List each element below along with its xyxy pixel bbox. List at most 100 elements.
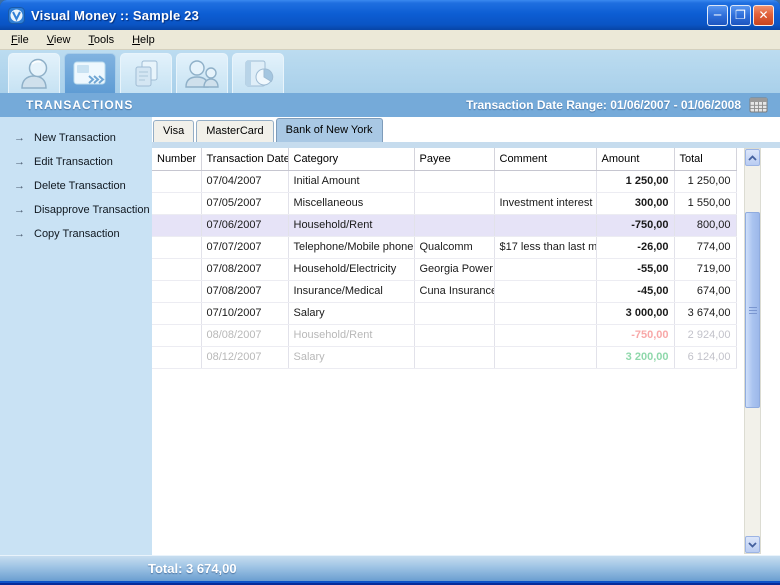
sidebar-item-label: Edit Transaction	[34, 156, 113, 168]
cell-comment	[494, 280, 596, 302]
cell-number	[152, 214, 201, 236]
scroll-up-button[interactable]	[745, 149, 760, 166]
vertical-scrollbar[interactable]	[744, 148, 761, 554]
cell-amount: -750,00	[596, 324, 674, 346]
scroll-down-button[interactable]	[745, 536, 760, 553]
menu-bar: File View Tools Help	[0, 30, 780, 50]
cell-payee	[414, 324, 494, 346]
content-area: Visa MasterCard Bank of New York Number …	[152, 117, 780, 555]
cell-comment: $17 less than last month	[494, 236, 596, 258]
table-row[interactable]: 07/08/2007 Household/Electricity Georgia…	[152, 258, 736, 280]
sidebar-item-label: Copy Transaction	[34, 228, 120, 240]
cell-date: 07/08/2007	[201, 258, 288, 280]
arrow-icon: →	[14, 156, 34, 168]
cell-comment: Investment interest	[494, 192, 596, 214]
date-range-label: Transaction Date Range: 01/06/2007 - 01/…	[466, 98, 741, 112]
maximize-button[interactable]: ❐	[730, 5, 751, 26]
scrollbar-track[interactable]	[745, 166, 760, 536]
table-row[interactable]: 08/08/2007 Household/Rent -750,00 2 924,…	[152, 324, 736, 346]
table-row[interactable]: 07/08/2007 Insurance/Medical Cuna Insura…	[152, 280, 736, 302]
cell-total: 719,00	[674, 258, 736, 280]
maximize-icon: ❐	[735, 8, 746, 22]
tab-bank-of-new-york[interactable]: Bank of New York	[276, 118, 383, 142]
close-button[interactable]: ✕	[753, 5, 774, 26]
table-row[interactable]: 07/04/2007 Initial Amount 1 250,00 1 250…	[152, 170, 736, 192]
cell-payee	[414, 192, 494, 214]
toolbar-reports-button[interactable]	[232, 53, 284, 93]
cell-total: 3 674,00	[674, 302, 736, 324]
cell-comment	[494, 258, 596, 280]
chevron-up-icon	[748, 155, 757, 161]
cell-total: 774,00	[674, 236, 736, 258]
window-controls: ─ ❐ ✕	[707, 5, 774, 26]
tab-mastercard[interactable]: MasterCard	[196, 120, 273, 142]
table-row[interactable]: 07/07/2007 Telephone/Mobile phone Qualco…	[152, 236, 736, 258]
sidebar-item-edit-transaction[interactable]: → Edit Transaction	[0, 150, 152, 174]
cell-total: 2 924,00	[674, 324, 736, 346]
table-row[interactable]: 08/12/2007 Salary 3 200,00 6 124,00	[152, 346, 736, 368]
column-header-payee[interactable]: Payee	[414, 148, 494, 170]
arrow-icon: →	[14, 228, 34, 240]
calendar-icon[interactable]	[749, 97, 768, 113]
toolbar-accounts-button[interactable]	[8, 53, 60, 93]
app-icon[interactable]	[8, 7, 25, 24]
application-window: Visual Money :: Sample 23 ─ ❐ ✕ File Vie…	[0, 0, 780, 585]
cell-total: 1 250,00	[674, 170, 736, 192]
toolbar-copy-button[interactable]	[120, 53, 172, 93]
column-header-comment[interactable]: Comment	[494, 148, 596, 170]
section-header: TRANSACTIONS Transaction Date Range: 01/…	[0, 93, 780, 117]
toolbar-transactions-button[interactable]	[64, 53, 116, 93]
cell-payee	[414, 214, 494, 236]
table-row[interactable]: 07/10/2007 Salary 3 000,00 3 674,00	[152, 302, 736, 324]
action-sidebar: → New Transaction → Edit Transaction → D…	[0, 117, 152, 555]
menu-file[interactable]: File	[2, 31, 38, 49]
cell-payee	[414, 170, 494, 192]
cell-date: 07/10/2007	[201, 302, 288, 324]
column-header-total[interactable]: Total	[674, 148, 736, 170]
cell-category: Household/Rent	[288, 324, 414, 346]
cell-number	[152, 170, 201, 192]
cell-comment	[494, 170, 596, 192]
menu-view[interactable]: View	[38, 31, 80, 49]
toolbar	[0, 50, 780, 93]
chevron-down-icon	[748, 542, 757, 548]
cell-payee	[414, 302, 494, 324]
cell-date: 07/08/2007	[201, 280, 288, 302]
cell-comment	[494, 324, 596, 346]
sidebar-item-label: New Transaction	[34, 132, 116, 144]
cell-comment	[494, 302, 596, 324]
minimize-button[interactable]: ─	[707, 5, 728, 26]
cell-amount: -55,00	[596, 258, 674, 280]
sidebar-item-disapprove-transaction[interactable]: → Disapprove Transaction	[0, 198, 152, 222]
column-header-date[interactable]: Transaction Date	[201, 148, 288, 170]
main-area: → New Transaction → Edit Transaction → D…	[0, 117, 780, 555]
sidebar-item-new-transaction[interactable]: → New Transaction	[0, 126, 152, 150]
cell-date: 07/06/2007	[201, 214, 288, 236]
cell-number	[152, 192, 201, 214]
table-row[interactable]: 07/06/2007 Household/Rent -750,00 800,00	[152, 214, 736, 236]
column-header-amount[interactable]: Amount	[596, 148, 674, 170]
tab-visa[interactable]: Visa	[153, 120, 194, 142]
menu-tools[interactable]: Tools	[79, 31, 123, 49]
menu-help[interactable]: Help	[123, 31, 164, 49]
cell-comment	[494, 346, 596, 368]
cell-total: 1 550,00	[674, 192, 736, 214]
table-row[interactable]: 07/05/2007 Miscellaneous Investment inte…	[152, 192, 736, 214]
toolbar-payees-button[interactable]	[176, 53, 228, 93]
scrollbar-thumb[interactable]	[745, 212, 760, 408]
cell-amount: 3 000,00	[596, 302, 674, 324]
cell-date: 07/04/2007	[201, 170, 288, 192]
cell-date: 07/05/2007	[201, 192, 288, 214]
sidebar-item-copy-transaction[interactable]: → Copy Transaction	[0, 222, 152, 246]
cell-category: Telephone/Mobile phone	[288, 236, 414, 258]
column-header-category[interactable]: Category	[288, 148, 414, 170]
column-header-number[interactable]: Number	[152, 148, 201, 170]
cell-amount: 3 200,00	[596, 346, 674, 368]
status-bar: Total: 3 674,00	[0, 555, 780, 581]
cell-category: Miscellaneous	[288, 192, 414, 214]
cell-category: Salary	[288, 346, 414, 368]
cell-number	[152, 236, 201, 258]
cell-amount: 1 250,00	[596, 170, 674, 192]
sidebar-item-delete-transaction[interactable]: → Delete Transaction	[0, 174, 152, 198]
people-icon	[182, 57, 222, 91]
